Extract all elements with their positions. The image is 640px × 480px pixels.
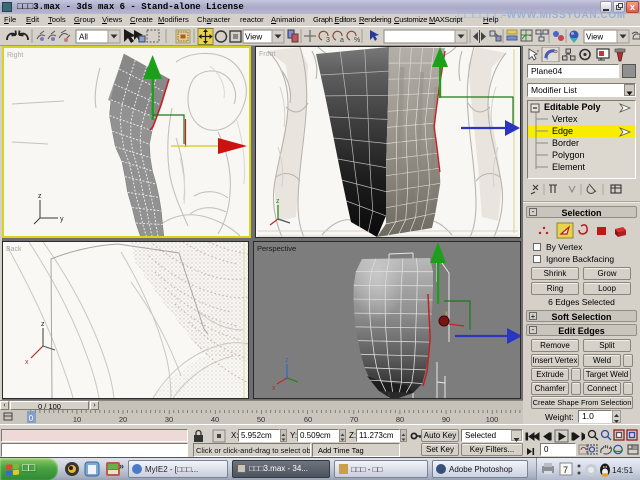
svg-text:Right: Right bbox=[7, 52, 23, 59]
svg-text:x: x bbox=[25, 359, 29, 366]
svg-text:100: 100 bbox=[486, 415, 499, 424]
svg-text:z: z bbox=[41, 321, 45, 328]
svg-text:x: x bbox=[445, 311, 448, 317]
svg-text:z: z bbox=[38, 193, 42, 200]
svg-text:x: x bbox=[272, 385, 276, 392]
svg-text:z: z bbox=[276, 198, 280, 205]
svg-text:y: y bbox=[60, 216, 64, 223]
svg-text:90: 90 bbox=[442, 415, 450, 424]
svg-text:0: 0 bbox=[29, 414, 34, 423]
svg-text:3: 3 bbox=[326, 37, 330, 44]
svg-text:80: 80 bbox=[396, 415, 404, 424]
svg-text:z: z bbox=[285, 357, 289, 364]
svg-text:View: View bbox=[245, 33, 262, 42]
svg-text:All: All bbox=[79, 33, 88, 42]
svg-text:Perspective: Perspective bbox=[257, 244, 296, 253]
svg-text:70: 70 bbox=[350, 415, 358, 424]
svg-text:%: % bbox=[354, 37, 360, 44]
svg-text:30: 30 bbox=[165, 415, 173, 424]
svg-text:View: View bbox=[586, 33, 603, 42]
svg-text:60: 60 bbox=[304, 415, 312, 424]
svg-text:40: 40 bbox=[211, 415, 219, 424]
svg-text:Back: Back bbox=[6, 246, 22, 253]
svg-text:a: a bbox=[340, 37, 344, 44]
svg-text:7: 7 bbox=[563, 465, 568, 475]
svg-text:Front: Front bbox=[259, 51, 275, 58]
svg-text:50: 50 bbox=[257, 415, 265, 424]
svg-text:10: 10 bbox=[73, 415, 81, 424]
svg-text:20: 20 bbox=[119, 415, 127, 424]
